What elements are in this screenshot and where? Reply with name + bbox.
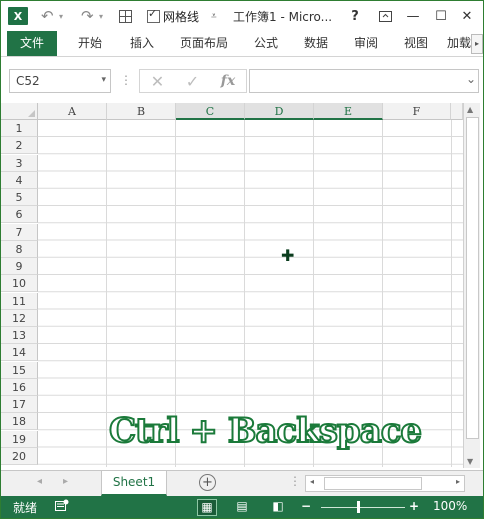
- sheet-tab-sheet1[interactable]: Sheet1: [101, 471, 167, 496]
- tab-formulas[interactable]: 公式: [243, 31, 289, 56]
- row-header-16[interactable]: 16: [1, 378, 38, 396]
- scroll-up-icon[interactable]: ▲: [467, 105, 473, 114]
- row-header-5[interactable]: 5: [1, 189, 38, 206]
- name-box[interactable]: C52 ▾: [9, 69, 111, 93]
- tab-splitter-icon[interactable]: ⋮: [289, 474, 301, 488]
- row-header-19[interactable]: 19: [1, 430, 38, 448]
- column-header-c[interactable]: C: [176, 103, 245, 120]
- tab-home[interactable]: 开始: [67, 31, 113, 56]
- row-header-12[interactable]: 12: [1, 309, 38, 327]
- macro-record-icon[interactable]: [55, 499, 69, 515]
- add-sheet-button[interactable]: +: [199, 474, 216, 491]
- ribbon-display-options-icon[interactable]: [375, 6, 395, 26]
- checkbox-icon[interactable]: [147, 7, 160, 23]
- sheet-tab-bar: ◂ ▸ Sheet1 + ⋮ ◂ ▸: [1, 470, 483, 496]
- vertical-scrollbar[interactable]: ▲ ▼: [463, 103, 480, 468]
- window-title: 工作簿1 - Micro...: [233, 9, 333, 24]
- tab-page-layout[interactable]: 页面布局: [171, 31, 237, 56]
- customize-qat-icon[interactable]: ⩡: [211, 6, 217, 26]
- row-header-1[interactable]: 1: [1, 120, 38, 137]
- normal-view-icon[interactable]: ▦: [197, 499, 217, 516]
- gridlines-toggle[interactable]: 网格线: [147, 6, 199, 26]
- row-header-10[interactable]: 10: [1, 275, 38, 293]
- gridlines-label: 网格线: [163, 9, 200, 24]
- enter-icon[interactable]: ✓: [186, 72, 199, 91]
- chevron-down-icon[interactable]: ▾: [101, 75, 106, 85]
- zoom-slider[interactable]: [321, 507, 405, 508]
- row-header-6[interactable]: 6: [1, 206, 38, 224]
- redo-dropdown-icon[interactable]: ▾: [99, 6, 103, 26]
- sheet-nav-left-icon[interactable]: ◂: [37, 476, 42, 487]
- page-break-view-icon[interactable]: ◧: [269, 499, 287, 514]
- column-header-e[interactable]: E: [314, 103, 383, 120]
- tab-addins[interactable]: 加载: [447, 31, 473, 56]
- row-header-11[interactable]: 11: [1, 292, 38, 310]
- row-header-20[interactable]: 20: [1, 447, 38, 465]
- insert-function-icon[interactable]: fx: [221, 73, 235, 89]
- row-header-18[interactable]: 18: [1, 413, 38, 431]
- formula-input[interactable]: ⌄: [249, 69, 479, 93]
- scroll-right-icon[interactable]: ▸: [456, 477, 460, 486]
- column-header-f[interactable]: F: [383, 103, 451, 120]
- tab-view[interactable]: 视图: [393, 31, 439, 56]
- tab-insert[interactable]: 插入: [119, 31, 165, 56]
- scroll-down-icon[interactable]: ▼: [467, 457, 473, 466]
- formula-buttons: ✕ ✓ fx: [139, 69, 247, 93]
- vertical-scroll-thumb[interactable]: [466, 117, 479, 439]
- select-all-button[interactable]: [1, 103, 38, 120]
- title-bar: X ↶ ▾ ↷ ▾ 网格线 ⩡ 工作簿1 - Micro... ? — ☐ ✕: [1, 1, 483, 31]
- expand-formula-bar-icon[interactable]: ⌄: [466, 72, 476, 86]
- scroll-left-icon[interactable]: ◂: [310, 477, 314, 486]
- undo-dropdown-icon[interactable]: ▾: [59, 6, 63, 26]
- column-header-g-partial[interactable]: [451, 103, 463, 120]
- row-header-9[interactable]: 9: [1, 258, 38, 275]
- redo-icon[interactable]: ↷: [81, 6, 94, 26]
- tab-data[interactable]: 数据: [293, 31, 339, 56]
- grid-border-icon[interactable]: [119, 6, 132, 26]
- name-box-value: C52: [16, 74, 40, 88]
- zoom-out-button[interactable]: −: [301, 499, 311, 513]
- undo-icon[interactable]: ↶: [41, 6, 54, 26]
- ribbon-scroll-right-icon[interactable]: ▸: [471, 34, 483, 54]
- row-header-7[interactable]: 7: [1, 223, 38, 241]
- row-header-15[interactable]: 15: [1, 361, 38, 379]
- excel-window: X ↶ ▾ ↷ ▾ 网格线 ⩡ 工作簿1 - Micro... ? — ☐ ✕ …: [0, 0, 484, 519]
- row-header-14[interactable]: 14: [1, 344, 38, 362]
- row-header-3[interactable]: 3: [1, 154, 38, 172]
- column-header-a[interactable]: A: [38, 103, 107, 120]
- maximize-button[interactable]: ☐: [431, 6, 451, 26]
- cancel-icon[interactable]: ✕: [151, 72, 164, 91]
- zoom-level[interactable]: 100%: [433, 499, 467, 513]
- row-header-13[interactable]: 13: [1, 327, 38, 344]
- column-header-d[interactable]: D: [245, 103, 314, 120]
- sheet-nav-right-icon[interactable]: ▸: [63, 476, 68, 487]
- horizontal-scroll-thumb[interactable]: [324, 477, 422, 490]
- zoom-in-button[interactable]: +: [409, 499, 419, 513]
- keyboard-shortcut-caption: Ctrl + Backspace: [108, 410, 423, 452]
- cell-cursor-icon: ✚: [281, 246, 295, 265]
- minimize-button[interactable]: —: [403, 6, 423, 26]
- ribbon-tabs: 文件 开始 插入 页面布局 公式 数据 审阅 视图 加载 ▸: [1, 31, 483, 57]
- help-button[interactable]: ?: [345, 6, 365, 26]
- row-header-4[interactable]: 4: [1, 171, 38, 189]
- status-ready: 就绪: [13, 501, 38, 515]
- row-header-8[interactable]: 8: [1, 240, 38, 258]
- tab-review[interactable]: 审阅: [343, 31, 389, 56]
- close-button[interactable]: ✕: [457, 6, 477, 26]
- zoom-slider-thumb[interactable]: [357, 501, 360, 513]
- column-header-b[interactable]: B: [107, 103, 176, 120]
- formula-bar-area: C52 ▾ ⋮ ✕ ✓ fx ⌄: [1, 57, 483, 103]
- excel-app-icon[interactable]: X: [8, 7, 28, 25]
- formula-bar-splitter[interactable]: ⋮: [120, 73, 132, 87]
- page-layout-view-icon[interactable]: ▤: [233, 499, 251, 514]
- status-bar: 就绪 ▦ ▤ ◧ − + 100%: [1, 496, 483, 518]
- row-header-2[interactable]: 2: [1, 137, 38, 155]
- tab-file[interactable]: 文件: [7, 31, 57, 56]
- horizontal-scrollbar[interactable]: ◂ ▸: [305, 475, 465, 492]
- row-header-17[interactable]: 17: [1, 396, 38, 413]
